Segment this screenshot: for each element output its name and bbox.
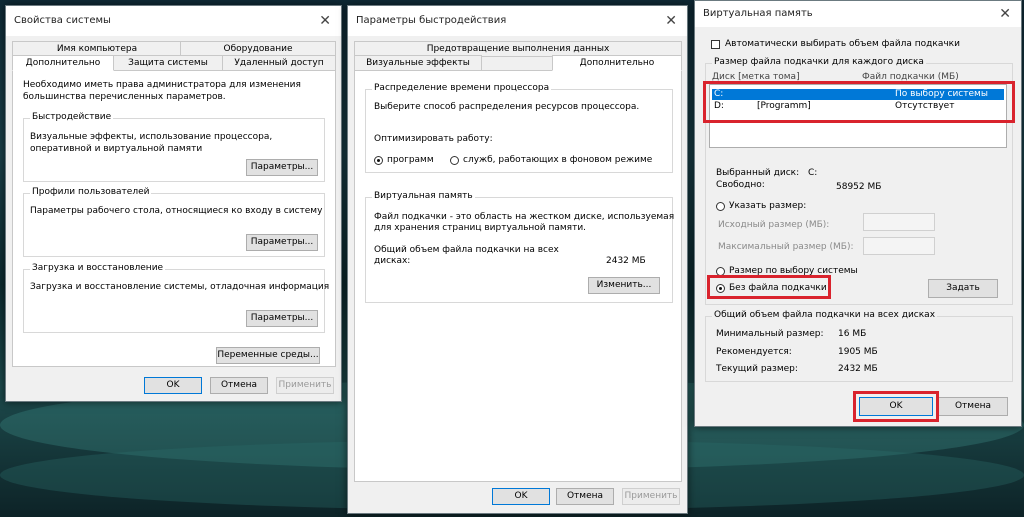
free-space-value: 58952 МБ [836,182,882,192]
apply-button[interactable]: Применить [276,377,334,394]
programs-radio[interactable] [374,156,383,165]
tab-advanced[interactable]: Дополнительно [12,55,114,71]
group-title: Распределение времени процессора [372,83,552,93]
per-disk-group: Размер файла подкачки для каждого диска … [705,57,1013,305]
drive-letter: C: [714,89,724,99]
programs-label[interactable]: программ [387,155,434,165]
window-title: Виртуальная память [703,8,813,19]
group-title: Виртуальная память [372,191,475,201]
group-text: Параметры рабочего стола, относящиеся ко… [30,206,323,216]
close-icon[interactable]: ✕ [665,6,677,36]
initial-size-label: Исходный размер (МБ): [718,220,830,230]
drive-list[interactable]: C: По выбору системы D: [Programm] Отсут… [709,84,1007,148]
max-size-label: Максимальный размер (МБ): [718,242,854,252]
no-paging-file-radio[interactable] [716,284,725,293]
vm-total-label-1: Общий объем файла подкачки на всех [374,245,559,255]
min-size-label: Минимальный размер: [716,329,824,339]
ok-button[interactable]: OK [144,377,202,394]
group-title: Быстродействие [30,112,114,122]
window-titlebar[interactable]: Параметры быстродействия ✕ [348,6,687,36]
set-button[interactable]: Задать [928,279,998,298]
system-properties-window: Свойства системы ✕ Имя компьютера Оборуд… [5,5,342,402]
drive-letter: D: [714,101,724,111]
recommended-value: 1905 МБ [838,347,878,357]
user-profiles-group: Профили пользователей Параметры рабочего… [23,187,325,257]
startup-settings-button[interactable]: Параметры... [246,310,318,327]
cancel-button[interactable]: Отмена [938,397,1008,416]
column-pagefile-size: Файл подкачки (МБ) [862,72,959,82]
group-title: Загрузка и восстановление [30,263,166,273]
services-label[interactable]: служб, работающих в фоновом режиме [463,155,652,165]
vm-text-1: Файл подкачки - это область на жестком д… [374,212,675,222]
vm-total-label-2: дисках: [374,256,411,266]
drive-row[interactable]: C: По выбору системы [712,89,1004,100]
performance-group: Быстродействие Визуальные эффекты, испол… [23,112,325,182]
ok-button[interactable]: OK [492,488,550,505]
no-paging-file-label[interactable]: Без файла подкачки [729,283,827,293]
max-size-input[interactable] [863,237,935,255]
ok-button[interactable]: OK [859,397,933,416]
cancel-button[interactable]: Отмена [210,377,268,394]
virtual-memory-window: Виртуальная память ✕ Автоматически выбир… [694,0,1022,427]
column-disk: Диск [метка тома] [712,72,800,82]
recommended-label: Рекомендуется: [716,347,792,357]
system-managed-radio[interactable] [716,267,725,276]
vm-total-value: 2432 МБ [606,256,646,266]
tab-panel: Необходимо иметь права администратора дл… [12,70,336,367]
admin-notice: Необходимо иметь права администратора дл… [23,80,301,102]
environment-variables-button[interactable]: Переменные среды... [216,347,320,364]
close-icon[interactable]: ✕ [319,6,331,36]
close-icon[interactable]: ✕ [999,1,1011,27]
virtual-memory-group: Виртуальная память Файл подкачки - это о… [365,191,675,303]
optimize-label: Оптимизировать работу: [374,134,493,144]
tab-visual-effects[interactable]: Визуальные эффекты [354,55,482,71]
tab-advanced[interactable]: Дополнительно [552,55,682,71]
system-managed-label[interactable]: Размер по выбору системы [729,266,858,276]
selected-disk-value: C: [808,168,818,178]
startup-recovery-group: Загрузка и восстановление Загрузка и вос… [23,263,329,333]
current-size-label: Текущий размер: [716,364,798,374]
cancel-button[interactable]: Отмена [556,488,614,505]
performance-settings-button[interactable]: Параметры... [246,159,318,176]
total-paging-group: Общий объем файла подкачки на всех диска… [705,310,1013,382]
cpu-scheduling-group: Распределение времени процессора Выберит… [365,83,673,173]
current-size-value: 2432 МБ [838,364,878,374]
drive-size: Отсутствует [895,101,955,111]
tab-remote[interactable]: Удаленный доступ [222,55,336,71]
apply-button[interactable]: Применить [622,488,680,505]
change-button[interactable]: Изменить... [588,277,660,294]
window-titlebar[interactable]: Виртуальная память ✕ [695,1,1021,27]
group-title: Размер файла подкачки для каждого диска [712,57,926,67]
window-title: Параметры быстродействия [356,15,507,26]
auto-manage-label[interactable]: Автоматически выбирать объем файла подка… [725,39,960,49]
profiles-settings-button[interactable]: Параметры... [246,234,318,251]
group-text: Визуальные эффекты, использование процес… [30,132,273,154]
services-radio[interactable] [450,156,459,165]
group-title: Профили пользователей [30,187,152,197]
cpu-text: Выберите способ распределения ресурсов п… [374,102,640,112]
custom-size-radio[interactable] [716,202,725,211]
auto-manage-checkbox[interactable] [711,40,720,49]
tab-system-protection[interactable]: Защита системы [112,55,224,71]
drive-label: [Programm] [757,101,811,111]
tab-panel: Распределение времени процессора Выберит… [354,70,682,482]
window-titlebar[interactable]: Свойства системы ✕ [6,6,341,36]
custom-size-label[interactable]: Указать размер: [729,201,806,211]
selected-disk-label: Выбранный диск: [716,168,800,178]
group-title: Общий объем файла подкачки на всех диска… [712,310,938,320]
performance-options-window: Параметры быстродействия ✕ Предотвращени… [347,5,688,514]
window-title: Свойства системы [14,15,111,26]
initial-size-input[interactable] [863,213,935,231]
drive-row[interactable]: D: [Programm] Отсутствует [712,101,1004,112]
vm-text-2: для хранения страниц виртуальной памяти. [374,223,587,233]
group-text: Загрузка и восстановление системы, отлад… [30,282,330,292]
free-space-label: Свободно: [716,180,765,190]
drive-size: По выбору системы [895,89,988,99]
min-size-value: 16 МБ [838,329,867,339]
